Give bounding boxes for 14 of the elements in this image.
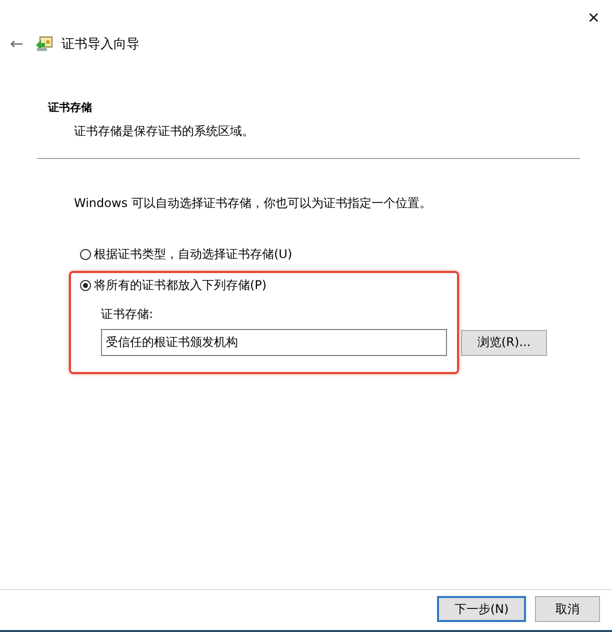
close-button[interactable]: ✕	[583, 6, 604, 30]
certificate-icon	[35, 36, 54, 52]
window-title: 证书导入向导	[61, 36, 140, 52]
next-button[interactable]: 下一步(N)	[437, 596, 526, 622]
browse-button[interactable]: 浏览(R)...	[461, 330, 547, 356]
cancel-button[interactable]: 取消	[535, 596, 600, 622]
store-field[interactable]: 受信任的根证书颁发机构	[101, 329, 447, 356]
radio-option[interactable]: 将所有的证书都放入下列存储(P)	[80, 277, 267, 294]
section-heading: 证书存储	[48, 100, 93, 115]
radio-option[interactable]: 根据证书类型，自动选择证书存储(U)	[80, 246, 292, 263]
back-button[interactable]: ←	[6, 34, 28, 53]
section-description: 证书存储是保存证书的系统区域。	[74, 123, 255, 140]
field-label: 证书存储:	[101, 306, 154, 323]
intro-text: Windows 可以自动选择证书存储，你也可以为证书指定一个位置。	[74, 195, 432, 212]
